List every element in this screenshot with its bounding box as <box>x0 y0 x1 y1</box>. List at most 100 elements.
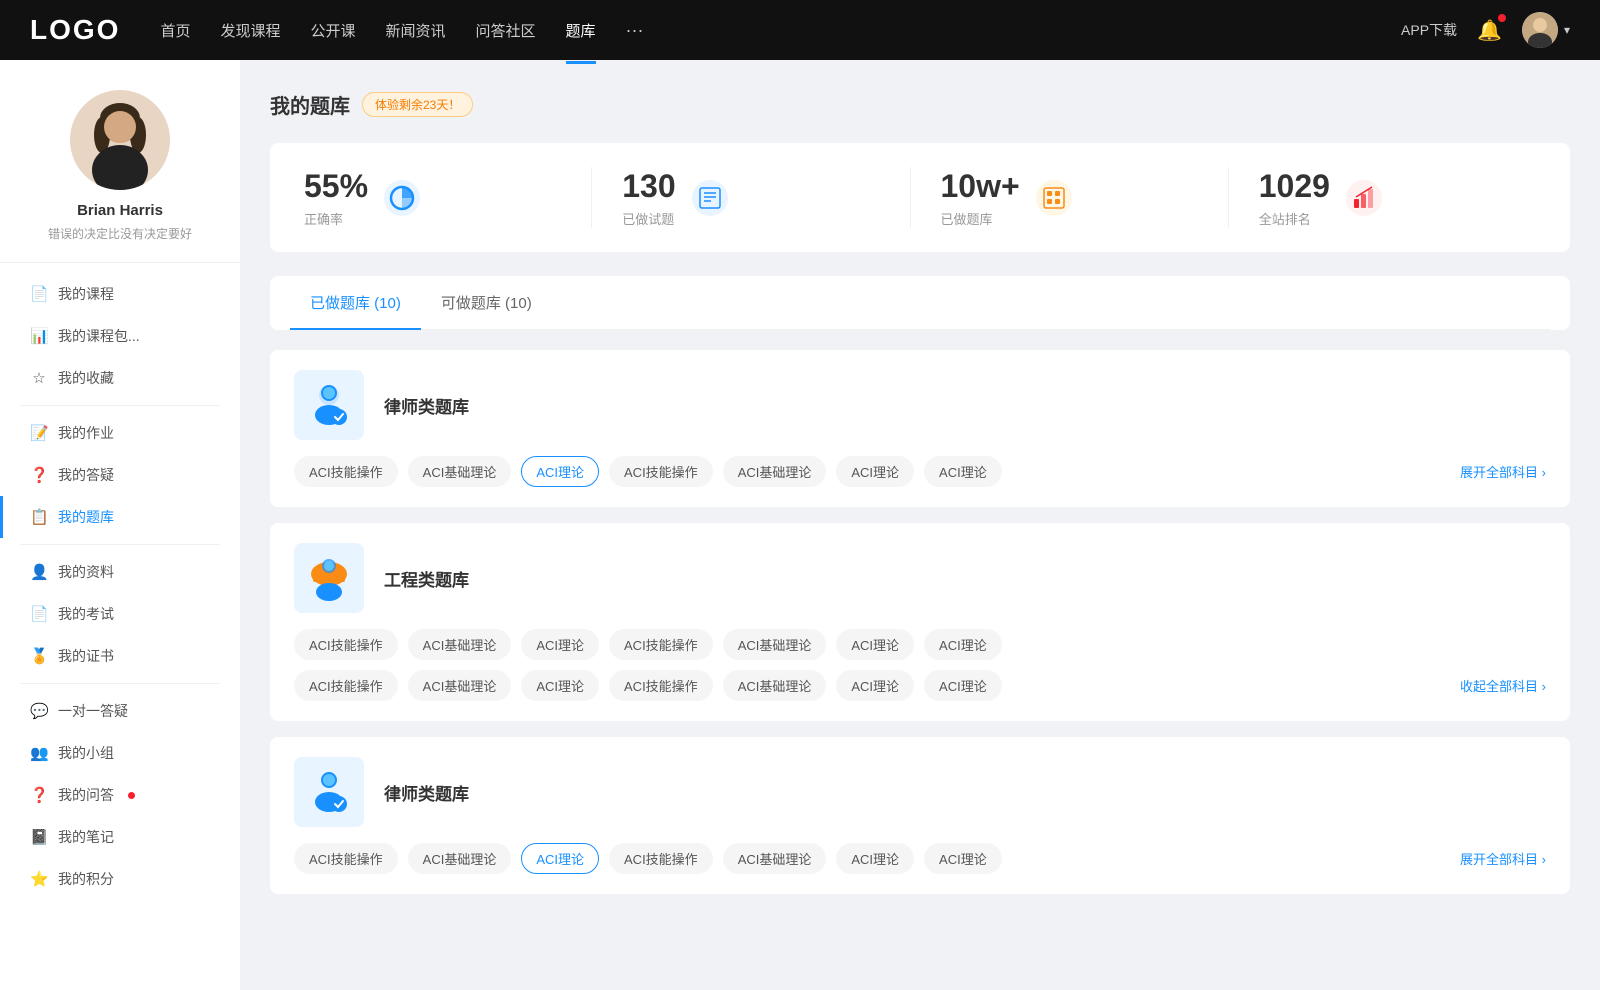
eng-tag-r2-1[interactable]: ACI基础理论 <box>408 670 512 701</box>
tabs-container: 已做题库 (10) 可做题库 (10) <box>270 276 1570 330</box>
sidebar-label-favorites: 我的收藏 <box>58 368 114 388</box>
ranking-icon <box>1346 180 1382 216</box>
sidebar-item-certificate[interactable]: 🏅 我的证书 <box>0 635 240 677</box>
sidebar-item-my-questions[interactable]: ❓ 我的问答 <box>0 774 240 816</box>
sidebar-label-group: 我的小组 <box>58 743 114 763</box>
favorites-icon: ☆ <box>30 369 48 387</box>
profile-section: Brian Harris 错误的决定比没有决定要好 <box>0 90 240 263</box>
bank-name-lawyer-2: 律师类题库 <box>384 780 469 805</box>
group-icon: 👥 <box>30 744 48 762</box>
qa-icon: ❓ <box>30 466 48 484</box>
collapse-engineer[interactable]: 收起全部科目 › <box>1460 676 1546 695</box>
nav-home[interactable]: 首页 <box>160 16 190 45</box>
stat-correct-rate: 55% 正确率 <box>294 167 592 228</box>
bank-tags-lawyer-2: ACI技能操作 ACI基础理论 ACI理论 ACI技能操作 ACI基础理论 AC… <box>294 843 1546 874</box>
trial-badge: 体验剩余23天！ <box>362 92 473 117</box>
sidebar-label-my-courses: 我的课程 <box>58 284 114 304</box>
bank-name-engineer: 工程类题库 <box>384 566 469 591</box>
avatar <box>1522 12 1558 48</box>
bank-tags-engineer-row2: ACI技能操作 ACI基础理论 ACI理论 ACI技能操作 ACI基础理论 AC… <box>294 670 1546 701</box>
sidebar-item-course-package[interactable]: 📊 我的课程包... <box>0 315 240 357</box>
eng-tag-r2-4[interactable]: ACI基础理论 <box>723 670 827 701</box>
sidebar-label-my-questions: 我的问答 <box>58 785 114 805</box>
sidebar-item-favorites[interactable]: ☆ 我的收藏 <box>0 357 240 399</box>
page-title: 我的题库 <box>270 90 350 119</box>
l2-tag-2[interactable]: ACI理论 <box>521 843 599 874</box>
tag-1[interactable]: ACI基础理论 <box>408 456 512 487</box>
l2-tag-1[interactable]: ACI基础理论 <box>408 843 512 874</box>
sidebar-item-qa[interactable]: ❓ 我的答疑 <box>0 454 240 496</box>
l2-tag-6[interactable]: ACI理论 <box>924 843 1002 874</box>
tag-0[interactable]: ACI技能操作 <box>294 456 398 487</box>
tag-4[interactable]: ACI基础理论 <box>723 456 827 487</box>
certificate-icon: 🏅 <box>30 647 48 665</box>
eng-tag-r2-5[interactable]: ACI理论 <box>836 670 914 701</box>
sidebar-item-points[interactable]: ⭐ 我的积分 <box>0 858 240 900</box>
eng-tag-3[interactable]: ACI技能操作 <box>609 629 713 660</box>
page-header: 我的题库 体验剩余23天！ <box>270 90 1570 119</box>
1on1-icon: 💬 <box>30 702 48 720</box>
sidebar-item-my-courses[interactable]: 📄 我的课程 <box>0 273 240 315</box>
done-banks-icon <box>1036 180 1072 216</box>
user-avatar-wrapper[interactable]: ▾ <box>1522 12 1570 48</box>
bank-card-lawyer-1-header: 律师类题库 <box>294 370 1546 440</box>
nav-question-bank[interactable]: 题库 <box>566 16 596 45</box>
profile-avatar <box>70 90 170 190</box>
eng-tag-r2-2[interactable]: ACI理论 <box>521 670 599 701</box>
stat-value-correct-rate: 55% 正确率 <box>304 167 368 228</box>
sidebar-item-group[interactable]: 👥 我的小组 <box>0 732 240 774</box>
l2-tag-3[interactable]: ACI技能操作 <box>609 843 713 874</box>
chevron-down-icon: ▾ <box>1564 23 1570 37</box>
eng-tag-4[interactable]: ACI基础理论 <box>723 629 827 660</box>
exam-icon: 📄 <box>30 605 48 623</box>
nav-more[interactable]: ··· <box>626 16 644 45</box>
tab-available-banks[interactable]: 可做题库 (10) <box>421 276 552 329</box>
main-content: 我的题库 体验剩余23天！ 55% 正确率 <box>240 60 1600 990</box>
nav-discover[interactable]: 发现课程 <box>220 16 280 45</box>
notification-bell-icon[interactable]: 🔔 <box>1477 18 1502 43</box>
stat-value-ranking: 1029 全站排名 <box>1259 167 1330 228</box>
nav-open-course[interactable]: 公开课 <box>310 16 355 45</box>
nav-news[interactable]: 新闻资讯 <box>386 16 446 45</box>
eng-tag-0[interactable]: ACI技能操作 <box>294 629 398 660</box>
expand-lawyer-1[interactable]: 展开全部科目 › <box>1460 462 1546 481</box>
sidebar-item-1on1[interactable]: 💬 一对一答疑 <box>0 690 240 732</box>
tab-done-banks[interactable]: 已做题库 (10) <box>290 276 421 329</box>
eng-tag-r2-3[interactable]: ACI技能操作 <box>609 670 713 701</box>
eng-tag-r2-0[interactable]: ACI技能操作 <box>294 670 398 701</box>
nav-qa[interactable]: 问答社区 <box>476 16 536 45</box>
expand-lawyer-2[interactable]: 展开全部科目 › <box>1460 849 1546 868</box>
my-questions-icon: ❓ <box>30 786 48 804</box>
bank-icon-lawyer-2 <box>294 757 364 827</box>
app-download-button[interactable]: APP下载 <box>1401 20 1457 40</box>
bank-card-lawyer-2-header: 律师类题库 <box>294 757 1546 827</box>
notes-icon: 📓 <box>30 828 48 846</box>
eng-tag-r2-6[interactable]: ACI理论 <box>924 670 1002 701</box>
sidebar-item-profile[interactable]: 👤 我的资料 <box>0 551 240 593</box>
stat-value-done-questions: 130 已做试题 <box>622 167 675 228</box>
correct-rate-icon <box>384 180 420 216</box>
sidebar-item-exam[interactable]: 📄 我的考试 <box>0 593 240 635</box>
eng-tag-2[interactable]: ACI理论 <box>521 629 599 660</box>
sidebar-item-notes[interactable]: 📓 我的笔记 <box>0 816 240 858</box>
eng-tag-6[interactable]: ACI理论 <box>924 629 1002 660</box>
main-layout: Brian Harris 错误的决定比没有决定要好 📄 我的课程 📊 我的课程包… <box>0 60 1600 990</box>
eng-tag-1[interactable]: ACI基础理论 <box>408 629 512 660</box>
sidebar-item-homework[interactable]: 📝 我的作业 <box>0 412 240 454</box>
l2-tag-0[interactable]: ACI技能操作 <box>294 843 398 874</box>
l2-tag-5[interactable]: ACI理论 <box>836 843 914 874</box>
homework-icon: 📝 <box>30 424 48 442</box>
sidebar-item-question-bank[interactable]: 📋 我的题库 <box>0 496 240 538</box>
sidebar-label-exam: 我的考试 <box>58 604 114 624</box>
tag-2[interactable]: ACI理论 <box>521 456 599 487</box>
tag-5[interactable]: ACI理论 <box>836 456 914 487</box>
eng-tag-5[interactable]: ACI理论 <box>836 629 914 660</box>
stat-value-done-banks: 10w+ 已做题库 <box>941 167 1020 228</box>
bank-tags-engineer-row1: ACI技能操作 ACI基础理论 ACI理论 ACI技能操作 ACI基础理论 AC… <box>294 629 1546 660</box>
header-right: APP下载 🔔 ▾ <box>1401 12 1570 48</box>
tag-6[interactable]: ACI理论 <box>924 456 1002 487</box>
l2-tag-4[interactable]: ACI基础理论 <box>723 843 827 874</box>
tag-3[interactable]: ACI技能操作 <box>609 456 713 487</box>
sidebar-label-homework: 我的作业 <box>58 423 114 443</box>
sidebar-label-profile: 我的资料 <box>58 562 114 582</box>
